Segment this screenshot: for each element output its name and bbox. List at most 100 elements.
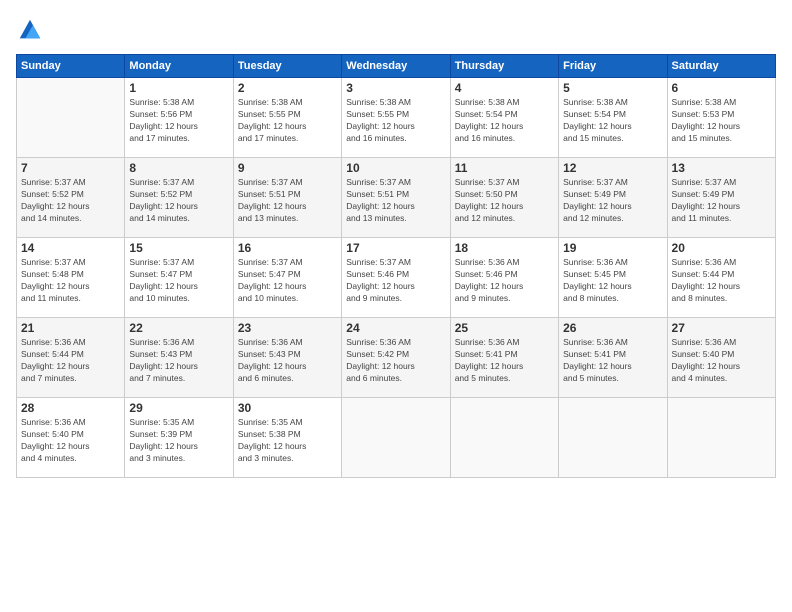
day-number: 16	[238, 241, 337, 255]
calendar-cell: 6 Sunrise: 5:38 AM Sunset: 5:53 PM Daylig…	[667, 78, 775, 158]
week-row-5: 28 Sunrise: 5:36 AM Sunset: 5:40 PM Dayli…	[17, 398, 776, 478]
calendar-cell: 29 Sunrise: 5:35 AM Sunset: 5:39 PM Dayli…	[125, 398, 233, 478]
calendar-cell	[342, 398, 450, 478]
calendar-cell: 13 Sunrise: 5:37 AM Sunset: 5:49 PM Dayli…	[667, 158, 775, 238]
day-number: 18	[455, 241, 554, 255]
day-info: Sunrise: 5:36 AM Sunset: 5:43 PM Dayligh…	[238, 337, 337, 385]
day-info: Sunrise: 5:37 AM Sunset: 5:47 PM Dayligh…	[238, 257, 337, 305]
calendar-table: SundayMondayTuesdayWednesdayThursdayFrid…	[16, 54, 776, 478]
day-number: 11	[455, 161, 554, 175]
logo	[16, 16, 48, 44]
weekday-tuesday: Tuesday	[233, 55, 341, 78]
weekday-sunday: Sunday	[17, 55, 125, 78]
day-number: 7	[21, 161, 120, 175]
day-info: Sunrise: 5:36 AM Sunset: 5:40 PM Dayligh…	[672, 337, 771, 385]
week-row-2: 7 Sunrise: 5:37 AM Sunset: 5:52 PM Daylig…	[17, 158, 776, 238]
day-number: 10	[346, 161, 445, 175]
day-info: Sunrise: 5:35 AM Sunset: 5:39 PM Dayligh…	[129, 417, 228, 465]
calendar-cell: 30Sunrise: 5:35 AM Sunset: 5:38 PM Dayli…	[233, 398, 341, 478]
day-info: Sunrise: 5:37 AM Sunset: 5:51 PM Dayligh…	[238, 177, 337, 225]
day-info: Sunrise: 5:36 AM Sunset: 5:44 PM Dayligh…	[672, 257, 771, 305]
day-number: 2	[238, 81, 337, 95]
calendar-cell: 5 Sunrise: 5:38 AM Sunset: 5:54 PM Daylig…	[559, 78, 667, 158]
day-info: Sunrise: 5:36 AM Sunset: 5:46 PM Dayligh…	[455, 257, 554, 305]
day-info: Sunrise: 5:37 AM Sunset: 5:50 PM Dayligh…	[455, 177, 554, 225]
day-info: Sunrise: 5:37 AM Sunset: 5:49 PM Dayligh…	[672, 177, 771, 225]
day-number: 9	[238, 161, 337, 175]
calendar-cell: 25Sunrise: 5:36 AM Sunset: 5:41 PM Dayli…	[450, 318, 558, 398]
calendar-cell: 2 Sunrise: 5:38 AM Sunset: 5:55 PM Daylig…	[233, 78, 341, 158]
calendar-cell: 21Sunrise: 5:36 AM Sunset: 5:44 PM Dayli…	[17, 318, 125, 398]
day-info: Sunrise: 5:38 AM Sunset: 5:55 PM Dayligh…	[346, 97, 445, 145]
day-number: 24	[346, 321, 445, 335]
day-number: 13	[672, 161, 771, 175]
day-number: 6	[672, 81, 771, 95]
day-info: Sunrise: 5:38 AM Sunset: 5:55 PM Dayligh…	[238, 97, 337, 145]
day-info: Sunrise: 5:36 AM Sunset: 5:45 PM Dayligh…	[563, 257, 662, 305]
day-info: Sunrise: 5:37 AM Sunset: 5:49 PM Dayligh…	[563, 177, 662, 225]
day-number: 26	[563, 321, 662, 335]
day-info: Sunrise: 5:37 AM Sunset: 5:52 PM Dayligh…	[21, 177, 120, 225]
calendar-cell: 22Sunrise: 5:36 AM Sunset: 5:43 PM Dayli…	[125, 318, 233, 398]
day-info: Sunrise: 5:37 AM Sunset: 5:52 PM Dayligh…	[129, 177, 228, 225]
week-row-1: 1 Sunrise: 5:38 AM Sunset: 5:56 PM Daylig…	[17, 78, 776, 158]
weekday-wednesday: Wednesday	[342, 55, 450, 78]
calendar-cell: 28 Sunrise: 5:36 AM Sunset: 5:40 PM Dayli…	[17, 398, 125, 478]
day-number: 3	[346, 81, 445, 95]
day-number: 21	[21, 321, 120, 335]
calendar-cell	[17, 78, 125, 158]
calendar-cell: 18 Sunrise: 5:36 AM Sunset: 5:46 PM Dayli…	[450, 238, 558, 318]
day-info: Sunrise: 5:36 AM Sunset: 5:42 PM Dayligh…	[346, 337, 445, 385]
day-number: 17	[346, 241, 445, 255]
calendar-cell	[559, 398, 667, 478]
calendar-cell: 24 Sunrise: 5:36 AM Sunset: 5:42 PM Dayli…	[342, 318, 450, 398]
day-number: 19	[563, 241, 662, 255]
day-info: Sunrise: 5:37 AM Sunset: 5:51 PM Dayligh…	[346, 177, 445, 225]
day-info: Sunrise: 5:36 AM Sunset: 5:43 PM Dayligh…	[129, 337, 228, 385]
header	[16, 16, 776, 44]
day-number: 8	[129, 161, 228, 175]
calendar-cell: 26 Sunrise: 5:36 AM Sunset: 5:41 PM Dayli…	[559, 318, 667, 398]
logo-icon	[16, 16, 44, 44]
day-number: 23	[238, 321, 337, 335]
calendar-cell: 15Sunrise: 5:37 AM Sunset: 5:47 PM Dayli…	[125, 238, 233, 318]
calendar-cell: 20Sunrise: 5:36 AM Sunset: 5:44 PM Dayli…	[667, 238, 775, 318]
weekday-monday: Monday	[125, 55, 233, 78]
calendar-cell: 3 Sunrise: 5:38 AM Sunset: 5:55 PM Daylig…	[342, 78, 450, 158]
day-info: Sunrise: 5:38 AM Sunset: 5:53 PM Dayligh…	[672, 97, 771, 145]
page: SundayMondayTuesdayWednesdayThursdayFrid…	[0, 0, 792, 612]
calendar-cell: 4Sunrise: 5:38 AM Sunset: 5:54 PM Daylig…	[450, 78, 558, 158]
day-info: Sunrise: 5:37 AM Sunset: 5:46 PM Dayligh…	[346, 257, 445, 305]
calendar-cell: 10 Sunrise: 5:37 AM Sunset: 5:51 PM Dayli…	[342, 158, 450, 238]
weekday-header-row: SundayMondayTuesdayWednesdayThursdayFrid…	[17, 55, 776, 78]
day-info: Sunrise: 5:36 AM Sunset: 5:40 PM Dayligh…	[21, 417, 120, 465]
day-number: 1	[129, 81, 228, 95]
week-row-3: 14 Sunrise: 5:37 AM Sunset: 5:48 PM Dayli…	[17, 238, 776, 318]
day-info: Sunrise: 5:35 AM Sunset: 5:38 PM Dayligh…	[238, 417, 337, 465]
calendar-cell: 19 Sunrise: 5:36 AM Sunset: 5:45 PM Dayli…	[559, 238, 667, 318]
day-number: 14	[21, 241, 120, 255]
day-number: 27	[672, 321, 771, 335]
calendar-cell	[667, 398, 775, 478]
day-info: Sunrise: 5:36 AM Sunset: 5:41 PM Dayligh…	[563, 337, 662, 385]
day-info: Sunrise: 5:37 AM Sunset: 5:48 PM Dayligh…	[21, 257, 120, 305]
calendar-cell: 16 Sunrise: 5:37 AM Sunset: 5:47 PM Dayli…	[233, 238, 341, 318]
day-number: 5	[563, 81, 662, 95]
day-info: Sunrise: 5:37 AM Sunset: 5:47 PM Dayligh…	[129, 257, 228, 305]
day-info: Sunrise: 5:38 AM Sunset: 5:56 PM Dayligh…	[129, 97, 228, 145]
calendar-cell: 12 Sunrise: 5:37 AM Sunset: 5:49 PM Dayli…	[559, 158, 667, 238]
calendar-cell	[450, 398, 558, 478]
weekday-friday: Friday	[559, 55, 667, 78]
calendar-cell: 1 Sunrise: 5:38 AM Sunset: 5:56 PM Daylig…	[125, 78, 233, 158]
day-info: Sunrise: 5:38 AM Sunset: 5:54 PM Dayligh…	[563, 97, 662, 145]
day-number: 4	[455, 81, 554, 95]
day-number: 12	[563, 161, 662, 175]
day-number: 28	[21, 401, 120, 415]
week-row-4: 21Sunrise: 5:36 AM Sunset: 5:44 PM Dayli…	[17, 318, 776, 398]
calendar-cell: 23 Sunrise: 5:36 AM Sunset: 5:43 PM Dayli…	[233, 318, 341, 398]
day-info: Sunrise: 5:36 AM Sunset: 5:41 PM Dayligh…	[455, 337, 554, 385]
weekday-saturday: Saturday	[667, 55, 775, 78]
calendar-cell: 27 Sunrise: 5:36 AM Sunset: 5:40 PM Dayli…	[667, 318, 775, 398]
day-number: 29	[129, 401, 228, 415]
calendar-cell: 7 Sunrise: 5:37 AM Sunset: 5:52 PM Daylig…	[17, 158, 125, 238]
